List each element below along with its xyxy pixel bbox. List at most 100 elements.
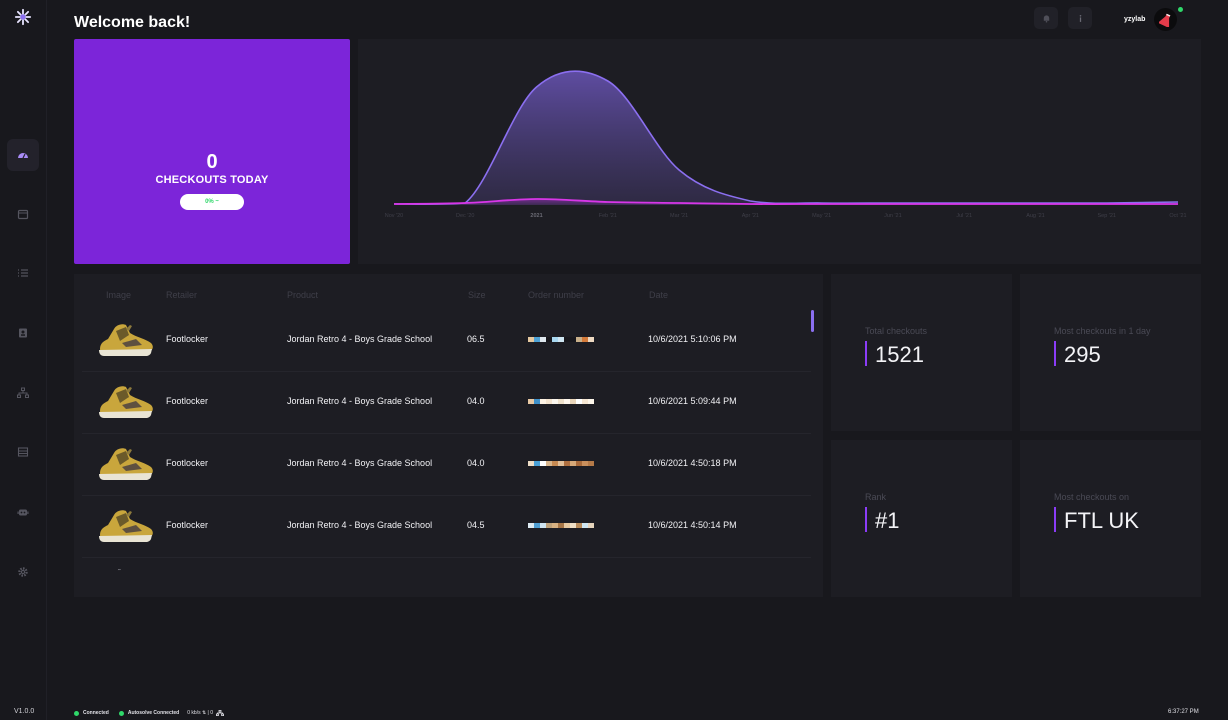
column-header-date: Date <box>649 290 669 300</box>
retailer-cell: Footlocker <box>166 520 209 530</box>
network-icon <box>216 710 225 716</box>
size-cell: 04.5 <box>467 520 485 530</box>
checkouts-today-count: 0 <box>206 151 218 173</box>
x-tick-label: Mar '21 <box>670 213 688 219</box>
settings-icon <box>18 567 28 577</box>
stat-accent-bar <box>1054 507 1056 532</box>
task-list-icon <box>18 269 28 277</box>
flask-icon <box>1158 13 1170 27</box>
proxy-icon <box>17 387 29 398</box>
date-cell: 10/6/2021 5:09:44 PM <box>648 396 737 406</box>
x-tick-label: Sep '21 <box>1097 213 1115 219</box>
sneaker-image <box>99 448 153 480</box>
size-cell: 04.0 <box>467 458 485 468</box>
autosolve-dot <box>118 710 124 716</box>
checkouts-today-label: CHECKOUTS TODAY <box>155 174 269 186</box>
retailer-cell: Footlocker <box>166 396 209 406</box>
date-cell: 10/6/2021 5:10:06 PM <box>648 334 737 344</box>
sneaker-image <box>99 324 153 356</box>
table-row[interactable]: Footlocker Jordan Retro 4 - Boys Grade Sc… <box>82 372 811 434</box>
retailer-cell: Footlocker <box>166 334 209 344</box>
stat-accent-bar <box>865 341 867 366</box>
stat-total-checkouts: Total checkouts 1521 <box>831 274 1012 431</box>
table-row[interactable]: Footlocker Jordan Retro 4 - Boys Grade Sc… <box>82 434 811 496</box>
stat-accent-bar <box>865 507 867 532</box>
product-cell: Jordan Retro 4 - Boys Grade School <box>287 520 433 530</box>
bot-icon <box>17 509 29 516</box>
bell-icon <box>1043 14 1049 23</box>
sneaker-image <box>99 386 153 418</box>
connected-dot <box>74 710 79 716</box>
stat-value: FTL UK <box>1064 508 1139 533</box>
sidebar-item-tasks[interactable] <box>7 257 39 289</box>
x-tick-label: Nov '20 <box>385 213 403 219</box>
table-row[interactable]: Footlocker Jordan Retro 4 - Boys Grade Sc… <box>82 310 811 372</box>
info-icon <box>1079 14 1081 22</box>
x-tick-label: Aug '21 <box>1026 213 1044 219</box>
order-number-redacted <box>528 399 594 404</box>
product-cell: Jordan Retro 4 - Boys Grade School <box>287 396 433 406</box>
stat-value: 295 <box>1064 342 1101 367</box>
checkouts-today-card: 0 CHECKOUTS TODAY 0% ~ <box>74 39 350 264</box>
stat-value: 1521 <box>875 342 924 367</box>
size-cell: 06.5 <box>467 334 485 344</box>
profile-icon <box>19 328 27 338</box>
x-tick-label: Oct '21 <box>1169 213 1186 219</box>
sidebar-item-settings[interactable] <box>7 556 39 588</box>
x-tick-label: Apr '21 <box>742 213 759 219</box>
chart-series-area-0 <box>394 71 1178 205</box>
autosolve-status: Autosolve Connected <box>127 710 180 716</box>
x-tick-label: Jul '21 <box>956 213 972 219</box>
order-number-redacted <box>528 337 594 342</box>
column-header-product: Product <box>287 290 319 300</box>
x-tick-label: Feb '21 <box>599 213 617 219</box>
product-cell: Jordan Retro 4 - Boys Grade School <box>287 458 433 468</box>
x-tick-label: 2021 <box>530 213 542 219</box>
date-cell: 10/6/2021 4:50:18 PM <box>648 458 737 468</box>
sidebar-item-dashboard[interactable] <box>7 139 39 171</box>
size-cell: 04.0 <box>467 396 485 406</box>
clock: 6:37:27 PM <box>1168 709 1199 715</box>
stat-most-in-day: Most checkouts in 1 day 295 <box>1020 274 1201 431</box>
x-tick-label: Dec '20 <box>456 213 474 219</box>
stat-value: #1 <box>875 508 900 533</box>
column-header-image: Image <box>106 290 132 300</box>
info-button[interactable] <box>1068 7 1092 29</box>
loading-indicator: ˜ <box>118 568 121 577</box>
stat-most-on: Most checkouts on FTL UK <box>1020 440 1201 597</box>
column-header-size: Size <box>468 290 486 300</box>
online-status-dot <box>1178 7 1183 12</box>
avatar[interactable] <box>1154 8 1177 31</box>
stat-rank: Rank #1 <box>831 440 1012 597</box>
x-tick-label: Jun '21 <box>884 213 902 219</box>
column-header-order-number: Order number <box>528 290 585 300</box>
dashboard-icon <box>18 153 28 159</box>
stat-label: Total checkouts <box>865 326 928 336</box>
date-cell: 10/6/2021 4:50:14 PM <box>648 520 737 530</box>
checkouts-table: Image Retailer Product Size Order number… <box>74 274 823 597</box>
calendar-icon <box>17 209 29 220</box>
stat-label: Rank <box>865 492 887 502</box>
table-scrollbar[interactable] <box>811 310 814 332</box>
stat-label: Most checkouts on <box>1054 492 1130 502</box>
retailer-cell: Footlocker <box>166 458 209 468</box>
table-icon <box>17 447 29 457</box>
sidebar-item-bots[interactable] <box>7 496 39 528</box>
checkouts-change-badge: 0% ~ <box>180 194 244 210</box>
app-version: V1.0.0 <box>14 708 35 715</box>
table-row[interactable]: Footlocker Jordan Retro 4 - Boys Grade Sc… <box>82 496 811 558</box>
sidebar-item-profiles[interactable] <box>7 317 39 349</box>
sidebar-item-calendar[interactable] <box>7 198 39 230</box>
sidebar-item-proxies[interactable] <box>7 377 39 409</box>
chart-svg: Nov '20 Dec '20 2021 Feb '21 Mar '21 Apr '21 M… <box>385 70 1187 219</box>
product-cell: Jordan Retro 4 - Boys Grade School <box>287 334 433 344</box>
notifications-button[interactable] <box>1034 7 1058 29</box>
order-number-redacted <box>528 461 594 466</box>
sidebar-item-logs[interactable] <box>7 436 39 468</box>
connected-status: Connected <box>83 710 109 716</box>
username: yzylab <box>1124 16 1146 23</box>
status-bar: Connected Autosolve Connected 0 kb/s ⇅ |… <box>74 709 225 717</box>
logo-icon <box>14 8 32 26</box>
checkouts-chart: Nov '20 Dec '20 2021 Feb '21 Mar '21 Apr '21 M… <box>358 39 1201 264</box>
order-number-redacted <box>528 523 594 528</box>
